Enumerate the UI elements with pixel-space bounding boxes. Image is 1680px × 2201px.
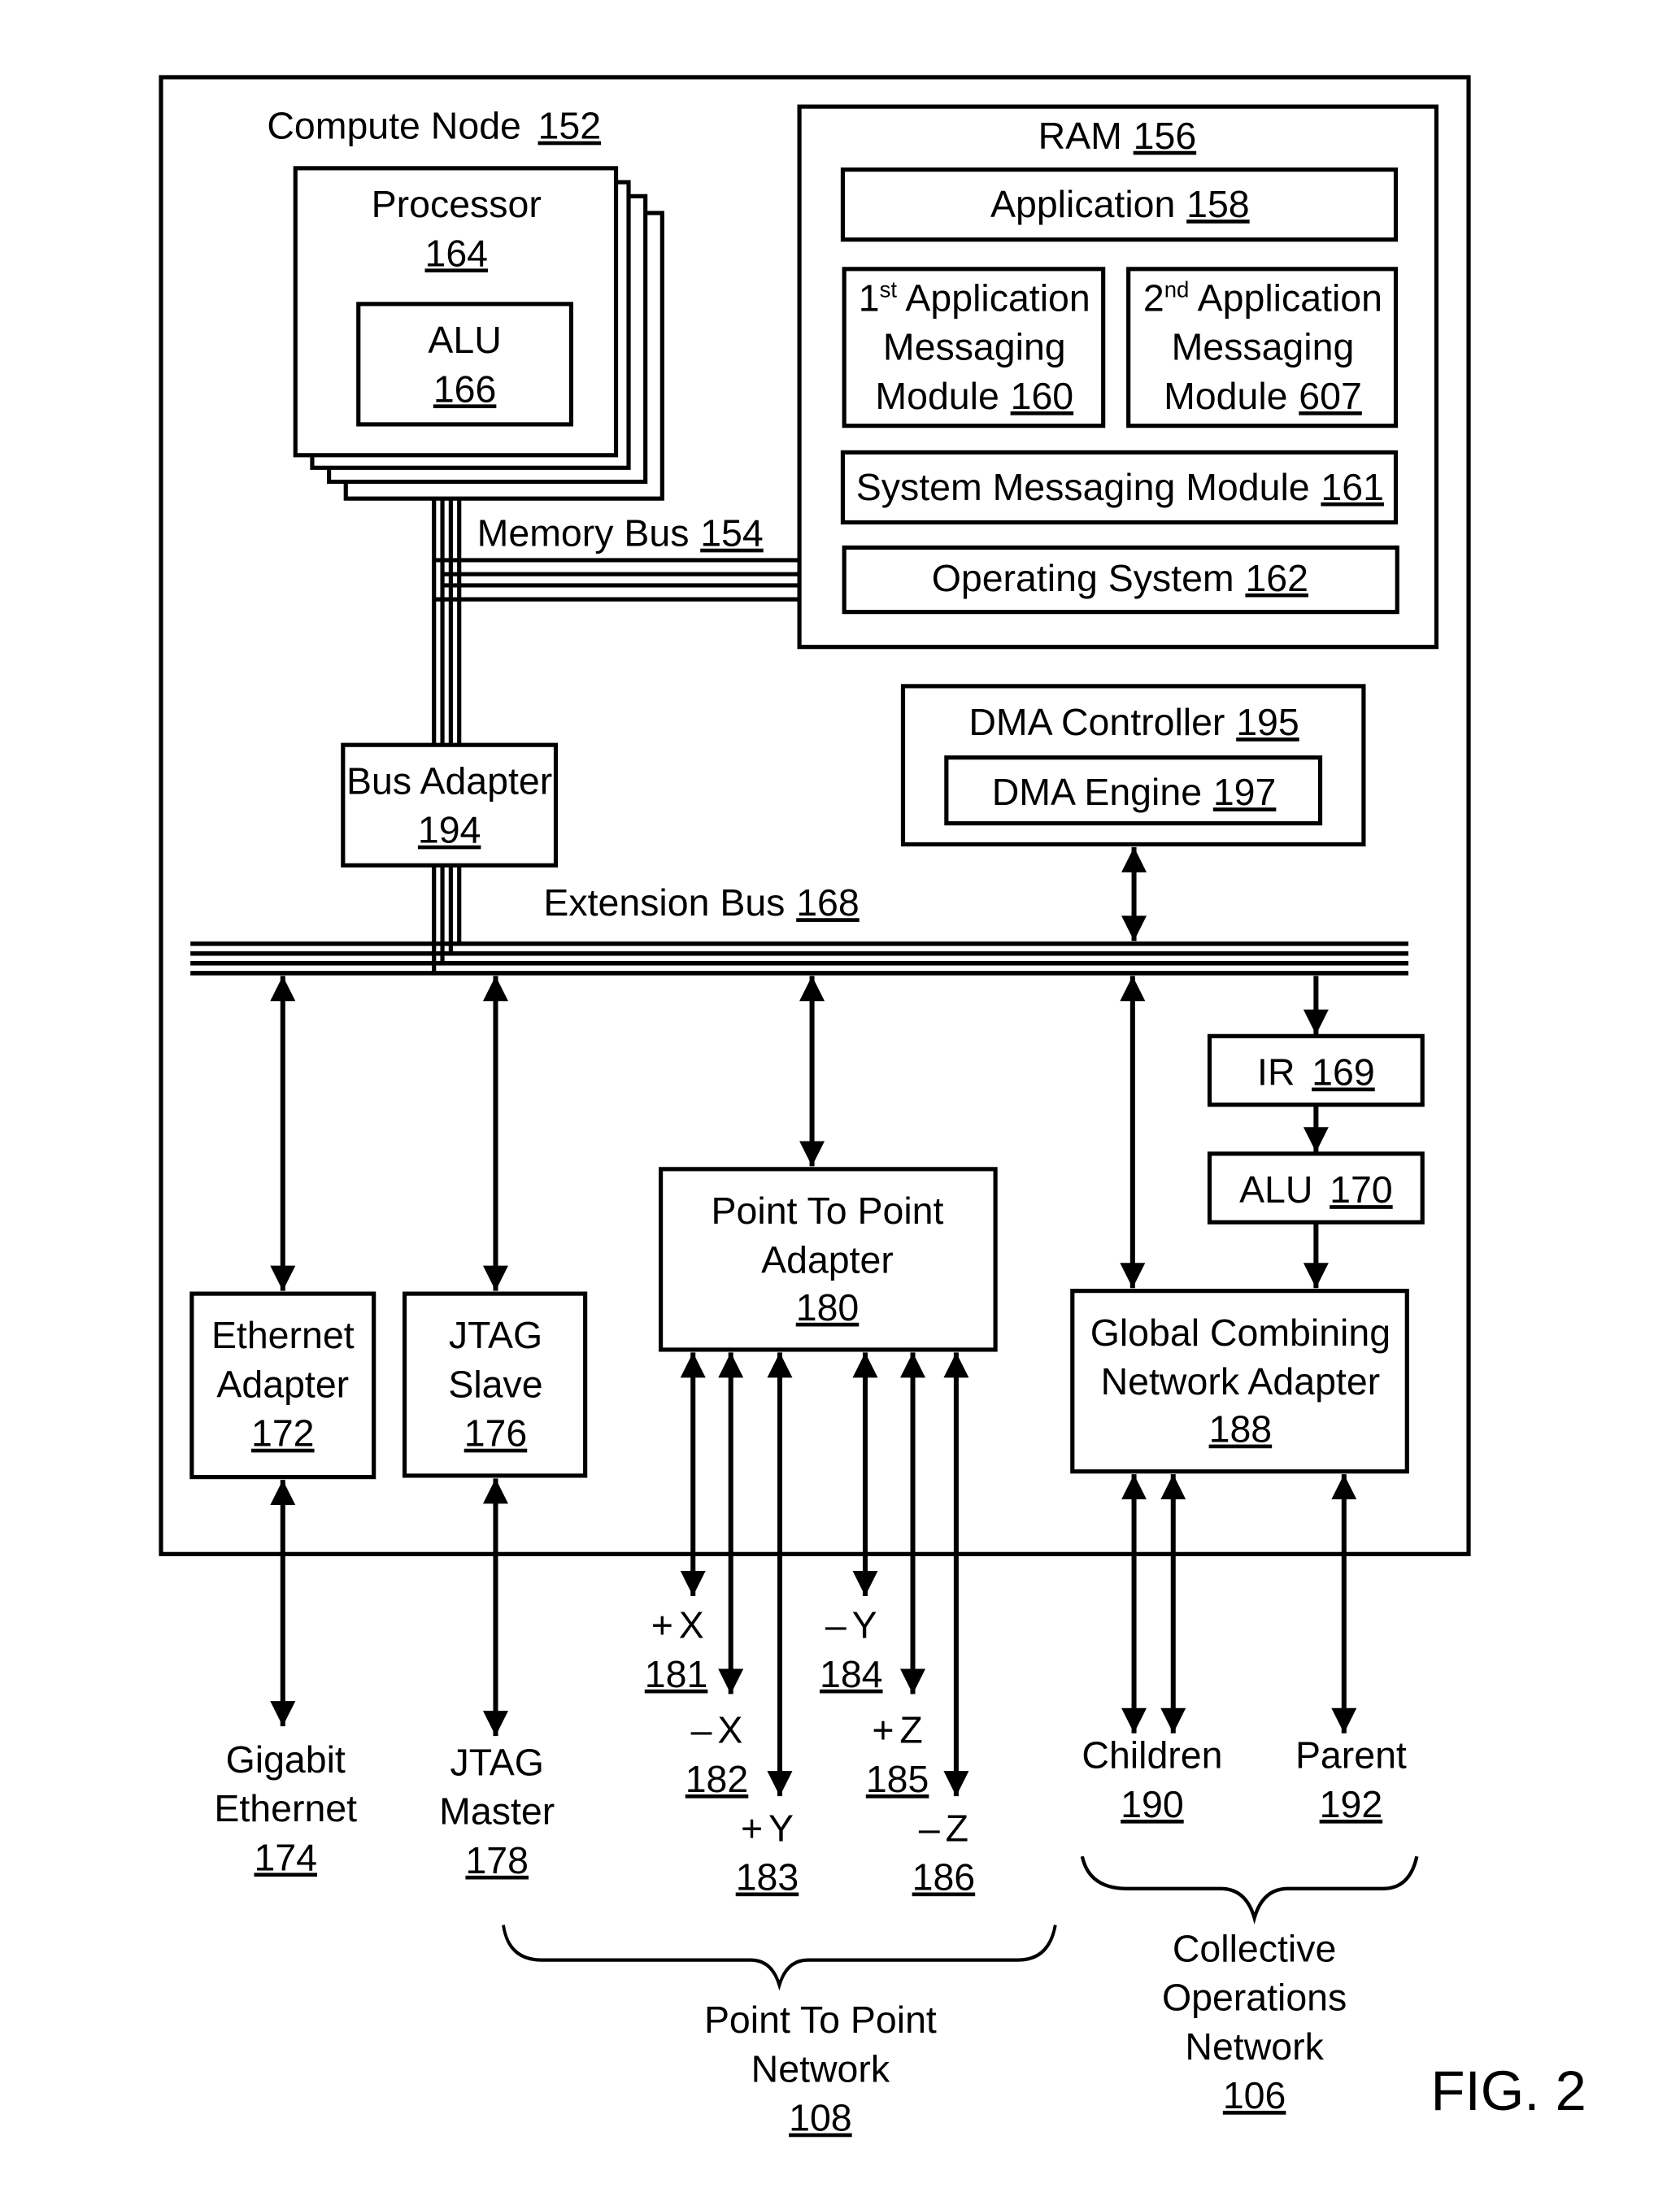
parent-label: Parent (1295, 1734, 1407, 1777)
gcn-adapter-line1: Global Combining (1090, 1311, 1391, 1354)
jtag-slave-line2: Slave (448, 1363, 542, 1405)
direction-ref-181: 181 (645, 1653, 708, 1695)
direction-label-minus-z: – Z (919, 1807, 968, 1849)
direction-ref-185: 185 (866, 1758, 929, 1800)
ethernet-adapter-line2: Adapter (216, 1363, 349, 1405)
gcn-adapter-ref: 188 (1209, 1408, 1273, 1451)
application-label: Application 158 (990, 183, 1250, 225)
dma-controller-label: DMA Controller 195 (968, 701, 1299, 743)
processor-alu-ref: 166 (433, 368, 497, 410)
direction-ref-184: 184 (820, 1653, 883, 1695)
gigabit-ethernet-line1: Gigabit (226, 1738, 346, 1781)
second-app-messaging-line3: Module 607 (1164, 375, 1362, 417)
jtag-slave-ref: 176 (464, 1412, 528, 1455)
extension-bus-label: Extension Bus 168 (543, 881, 859, 924)
compute-node-block-diagram: Compute Node 152 Processor 164 ALU 166 Me… (159, 75, 1586, 2139)
ethernet-adapter-line1: Ethernet (211, 1314, 355, 1356)
direction-ref-182: 182 (685, 1758, 749, 1800)
figure-label: FIG. 2 (1431, 2060, 1586, 2122)
bus-adapter-ref: 194 (418, 809, 481, 851)
gigabit-ethernet-line2: Ethernet (214, 1787, 357, 1829)
processor-alu-label: ALU (428, 319, 501, 361)
ir-label: IR 169 (1257, 1051, 1375, 1094)
memory-bus-label: Memory Bus 154 (477, 512, 764, 555)
p2p-adapter-line1: Point To Point (712, 1190, 944, 1232)
collective-network-ref: 106 (1223, 2074, 1286, 2116)
direction-label-plus-x: + X (651, 1604, 704, 1646)
direction-label-minus-x: – X (691, 1709, 743, 1751)
p2p-network-line1: Point To Point (704, 1999, 937, 2041)
collective-network-line3: Network (1185, 2025, 1324, 2068)
collective-network-brace (1080, 1855, 1419, 1925)
direction-label-plus-z: + Z (872, 1709, 922, 1751)
p2p-network-ref: 108 (789, 2097, 852, 2139)
jtag-slave-line1: JTAG (449, 1314, 542, 1356)
dma-engine-label: DMA Engine 197 (992, 771, 1277, 813)
direction-ref-183: 183 (736, 1856, 799, 1899)
processor-ref: 164 (424, 232, 488, 274)
jtag-master-line2: Master (439, 1790, 555, 1833)
operating-system-label: Operating System 162 (932, 557, 1308, 599)
processor-stack: Processor 164 ALU 166 (293, 166, 664, 501)
ram-block: RAM 156 Application 158 1st Application Mes… (797, 104, 1439, 650)
collective-network-line2: Operations (1162, 1977, 1347, 2019)
direction-ref-186: 186 (912, 1856, 976, 1899)
direction-labels: + X 181 – X 182 + Y 183 – Y 184 + Z 185 – Z 18… (645, 1604, 975, 1899)
ram-label: RAM 156 (1038, 115, 1197, 157)
processor-label: Processor (372, 183, 542, 225)
p2p-adapter-line2: Adapter (761, 1238, 894, 1281)
bus-adapter-label: Bus Adapter (346, 759, 552, 802)
second-app-messaging-line2: Messaging (1172, 326, 1355, 368)
direction-label-minus-y: – Y (825, 1604, 877, 1646)
gigabit-ethernet-ref: 174 (254, 1836, 317, 1878)
children-label: Children (1082, 1734, 1222, 1777)
jtag-master-line1: JTAG (450, 1741, 544, 1783)
p2p-network-line2: Network (751, 2047, 890, 2090)
system-messaging-module-label: System Messaging Module 161 (856, 466, 1384, 508)
parent-ref: 192 (1320, 1783, 1383, 1825)
direction-label-plus-y: + Y (741, 1807, 794, 1849)
gcn-adapter-line2: Network Adapter (1101, 1360, 1381, 1403)
compute-node-label: Compute Node 152 (267, 105, 601, 147)
first-app-messaging-line3: Module 160 (875, 375, 1073, 417)
collective-network-line1: Collective (1173, 1927, 1336, 1969)
ethernet-adapter-ref: 172 (251, 1412, 315, 1455)
p2p-adapter-ref: 180 (796, 1286, 860, 1329)
jtag-master-ref: 178 (465, 1839, 529, 1881)
children-ref: 190 (1121, 1783, 1184, 1825)
p2p-network-brace (502, 1925, 1057, 1991)
first-app-messaging-line2: Messaging (883, 326, 1066, 368)
